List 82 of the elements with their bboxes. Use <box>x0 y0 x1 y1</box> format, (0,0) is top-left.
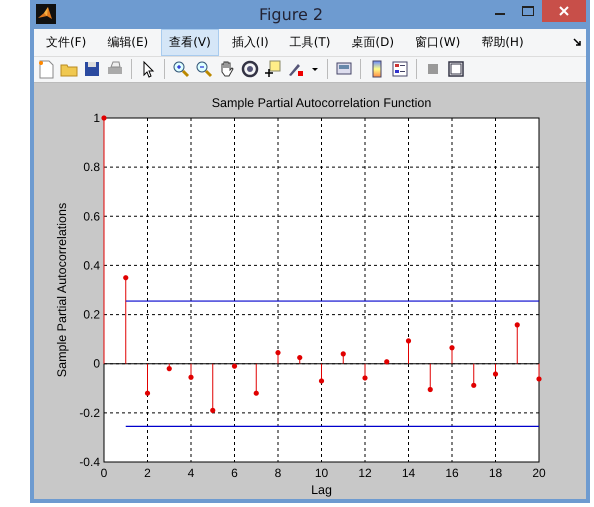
stem-marker <box>275 350 281 364</box>
x-tick-label: 0 <box>100 466 108 480</box>
point <box>123 275 128 280</box>
stem-marker <box>254 363 259 396</box>
x-axis-label: Lag <box>311 483 332 497</box>
stem-marker <box>514 322 520 364</box>
stem-marker <box>166 363 172 372</box>
stem-marker <box>188 363 194 380</box>
maximize-icon <box>522 6 534 16</box>
stem-marker <box>340 351 346 364</box>
menu-item[interactable]: 文件(F) <box>38 28 94 56</box>
stem-marker <box>232 363 238 369</box>
x-tick-label: 4 <box>188 466 194 480</box>
y-tick-label: 0.2 <box>83 308 100 322</box>
point <box>492 371 498 377</box>
rotate-icon[interactable] <box>240 59 260 80</box>
data-cursor-icon[interactable] <box>263 59 283 80</box>
menu-item[interactable]: 工具(T) <box>282 28 338 56</box>
point <box>514 322 520 328</box>
close-button[interactable] <box>542 0 586 22</box>
x-tick-label: 12 <box>358 466 372 480</box>
stem-marker <box>362 363 368 381</box>
point <box>297 354 302 360</box>
x-tick-label: 10 <box>314 466 328 480</box>
y-tick-label: 1 <box>93 111 100 125</box>
zoom-out-icon[interactable] <box>194 59 214 80</box>
stem-marker <box>536 363 542 382</box>
point <box>210 408 216 413</box>
x-tick-label: 6 <box>231 466 238 480</box>
y-tick-label: 0.4 <box>83 258 100 272</box>
stem-marker <box>318 363 324 384</box>
y-tick-label: 0 <box>93 356 100 371</box>
y-axis-label: Sample Partial Autocorrelations <box>55 202 69 378</box>
point <box>254 390 259 396</box>
close-icon <box>559 6 569 16</box>
menu-item[interactable]: 窗口(W) <box>407 28 468 56</box>
y-tick-label: -0.4 <box>79 455 100 469</box>
menu-item[interactable]: 插入(I) <box>224 28 277 56</box>
menu-item[interactable]: 编辑(E) <box>99 28 156 56</box>
x-tick-label: 8 <box>274 466 282 480</box>
app-icon <box>36 4 56 24</box>
minimize-icon <box>495 13 505 15</box>
point <box>449 345 455 350</box>
chart-title: Sample Partial Autocorrelation Function <box>212 96 432 110</box>
stem-marker <box>210 363 216 413</box>
stem-marker <box>144 363 150 396</box>
point <box>188 374 194 380</box>
menu-item[interactable]: 帮助(H) <box>473 28 532 56</box>
stem-marker <box>428 363 433 392</box>
dock-arrow-icon[interactable] <box>573 38 582 47</box>
stem-marker <box>297 354 302 364</box>
legend-icon[interactable] <box>390 59 410 80</box>
stem-marker <box>471 363 476 388</box>
point <box>471 382 476 388</box>
y-tick-label: -0.2 <box>79 406 100 420</box>
show-tools-icon[interactable] <box>446 59 466 80</box>
point <box>362 375 368 381</box>
menu-item[interactable]: 查看(V) <box>161 28 219 56</box>
x-tick-label: 16 <box>445 466 459 480</box>
x-tick-label: 18 <box>488 466 502 480</box>
x-tick-label: 20 <box>532 466 546 480</box>
stem-marker <box>449 345 455 364</box>
x-tick-label: 14 <box>402 466 416 480</box>
y-tick-label: 0.8 <box>83 160 100 174</box>
stem-marker <box>406 338 412 364</box>
point <box>340 351 346 356</box>
point <box>144 390 150 396</box>
point <box>318 378 324 384</box>
y-tick-label: 0.6 <box>83 209 100 224</box>
point <box>536 376 542 382</box>
menu-item[interactable]: 桌面(D) <box>343 28 402 56</box>
stem-marker <box>384 359 390 364</box>
point <box>166 366 172 372</box>
x-tick-label: 2 <box>144 466 151 480</box>
point <box>275 350 281 356</box>
point <box>406 338 412 344</box>
stem-marker <box>492 363 498 377</box>
zoom-in-icon[interactable] <box>171 59 191 80</box>
point <box>428 386 433 392</box>
window-title: Figure 2 <box>258 4 324 24</box>
new-file-icon[interactable] <box>36 59 56 80</box>
point <box>101 115 107 121</box>
